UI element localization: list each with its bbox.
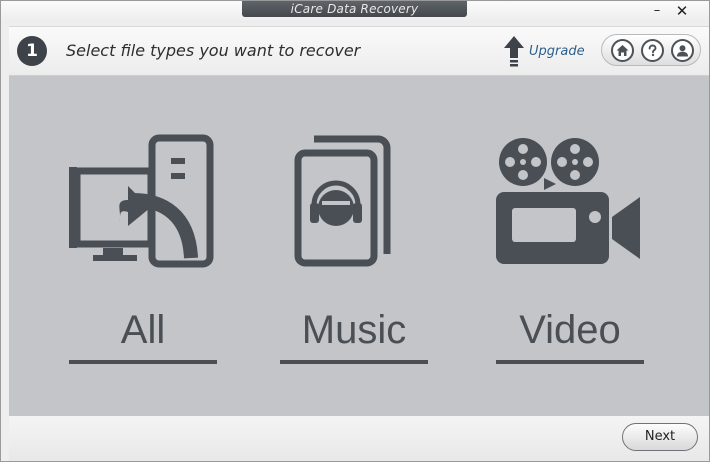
- category-video-underline: [496, 360, 644, 364]
- title-bar[interactable]: iCare Data Recovery – ✕: [1, 1, 709, 23]
- step-number-badge: 1: [17, 36, 47, 66]
- category-music[interactable]: Music: [278, 131, 430, 371]
- help-button[interactable]: [641, 39, 664, 62]
- category-music-underline: [280, 360, 428, 364]
- help-icon: [648, 44, 657, 57]
- upgrade-label: Upgrade: [529, 43, 585, 59]
- home-button[interactable]: [611, 39, 634, 62]
- category-all[interactable]: All: [67, 131, 219, 371]
- category-all-label: All: [120, 308, 166, 352]
- step-title: Select file types you want to recover: [66, 41, 361, 60]
- window-title: iCare Data Recovery: [242, 1, 467, 17]
- file-type-panel: All Music Video: [9, 76, 709, 416]
- upgrade-link[interactable]: Upgrade: [503, 33, 585, 69]
- up-arrow-icon: [504, 36, 524, 67]
- account-button[interactable]: [671, 39, 694, 62]
- footer-bar: Next: [9, 416, 709, 461]
- category-video[interactable]: Video: [494, 131, 646, 371]
- step-header: 1 Select file types you want to recover …: [9, 26, 709, 76]
- header-icon-group: [601, 34, 701, 66]
- account-icon: [676, 45, 689, 57]
- minimize-button[interactable]: –: [645, 1, 669, 21]
- home-icon: [616, 45, 629, 56]
- video-camera-icon: [496, 138, 640, 264]
- close-button[interactable]: ✕: [670, 1, 694, 21]
- app-window: iCare Data Recovery – ✕ 1 Select file ty…: [0, 0, 710, 462]
- category-video-label: Video: [519, 308, 621, 352]
- category-music-label: Music: [301, 308, 407, 352]
- computer-transfer-icon: [69, 134, 214, 268]
- category-all-underline: [69, 360, 217, 364]
- music-headphones-icon: [294, 135, 391, 267]
- next-button[interactable]: Next: [622, 423, 698, 451]
